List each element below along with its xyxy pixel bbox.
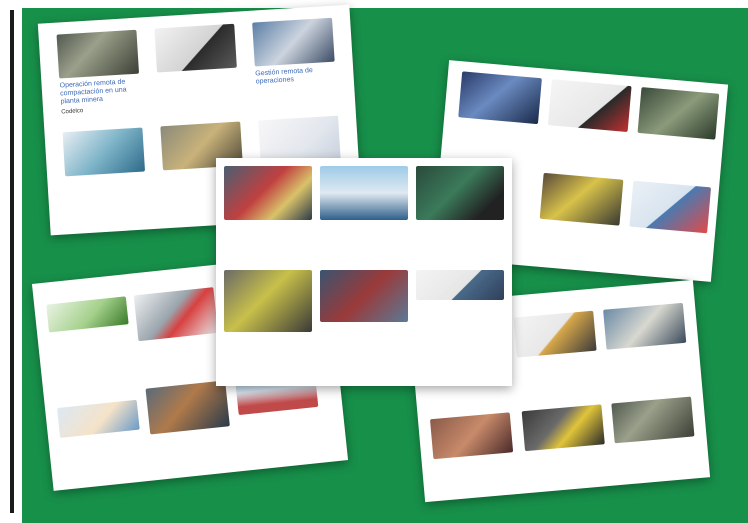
card-meta (65, 175, 145, 180)
card[interactable] (224, 166, 312, 224)
card-thumbnail (46, 296, 129, 333)
card[interactable]: Gestión remota de operaciones (252, 17, 336, 90)
card-thumbnail (629, 180, 712, 234)
card-thumbnail (416, 166, 504, 220)
card[interactable] (416, 270, 504, 304)
card[interactable] (133, 287, 219, 345)
card[interactable] (521, 404, 606, 455)
card-thumbnail (154, 23, 237, 73)
card-thumbnail (252, 17, 335, 67)
card-thumbnail (458, 71, 542, 125)
card-meta: Codelco (61, 108, 84, 116)
card-thumbnail (513, 310, 597, 358)
card[interactable] (458, 71, 542, 128)
card[interactable] (57, 399, 140, 442)
card[interactable] (637, 87, 720, 144)
card-title[interactable] (65, 175, 145, 180)
card-thumbnail (320, 270, 408, 322)
card[interactable] (46, 296, 129, 336)
card-title[interactable] (157, 72, 237, 77)
card[interactable] (629, 180, 712, 238)
card-thumbnail (547, 79, 632, 132)
card-thumbnail (539, 172, 624, 226)
card-thumbnail (224, 166, 312, 220)
card[interactable] (320, 166, 408, 224)
sheet-center (216, 158, 512, 386)
card[interactable] (611, 396, 695, 448)
card-thumbnail (637, 87, 720, 140)
card-thumbnail (429, 412, 514, 460)
card-thumbnail (611, 396, 695, 444)
card-thumbnail (133, 287, 219, 342)
card-thumbnail (603, 302, 687, 350)
card[interactable] (603, 302, 687, 354)
card-thumbnail (57, 399, 140, 438)
card-thumbnail (224, 270, 312, 332)
card-thumbnail (56, 29, 140, 79)
card-thumbnail (521, 404, 605, 452)
card[interactable] (145, 380, 231, 438)
card[interactable] (62, 127, 146, 181)
card[interactable] (539, 172, 624, 230)
card[interactable] (416, 166, 504, 224)
card-thumbnail (62, 127, 146, 177)
card-thumbnail (320, 166, 408, 220)
card[interactable] (224, 270, 312, 336)
card-meta (157, 72, 237, 77)
card[interactable] (429, 412, 514, 463)
card-title[interactable]: Operación remota de compactación en una … (59, 78, 140, 107)
card[interactable] (154, 23, 237, 77)
card-title[interactable]: Gestión remota de operaciones (255, 66, 336, 87)
left-border-bar (10, 10, 14, 513)
card[interactable]: Operación remota de compactación en una … (56, 29, 142, 117)
card[interactable] (513, 310, 597, 362)
card[interactable] (547, 79, 632, 136)
card-thumbnail (145, 380, 230, 435)
card-thumbnail (416, 270, 504, 300)
card[interactable] (320, 270, 408, 326)
